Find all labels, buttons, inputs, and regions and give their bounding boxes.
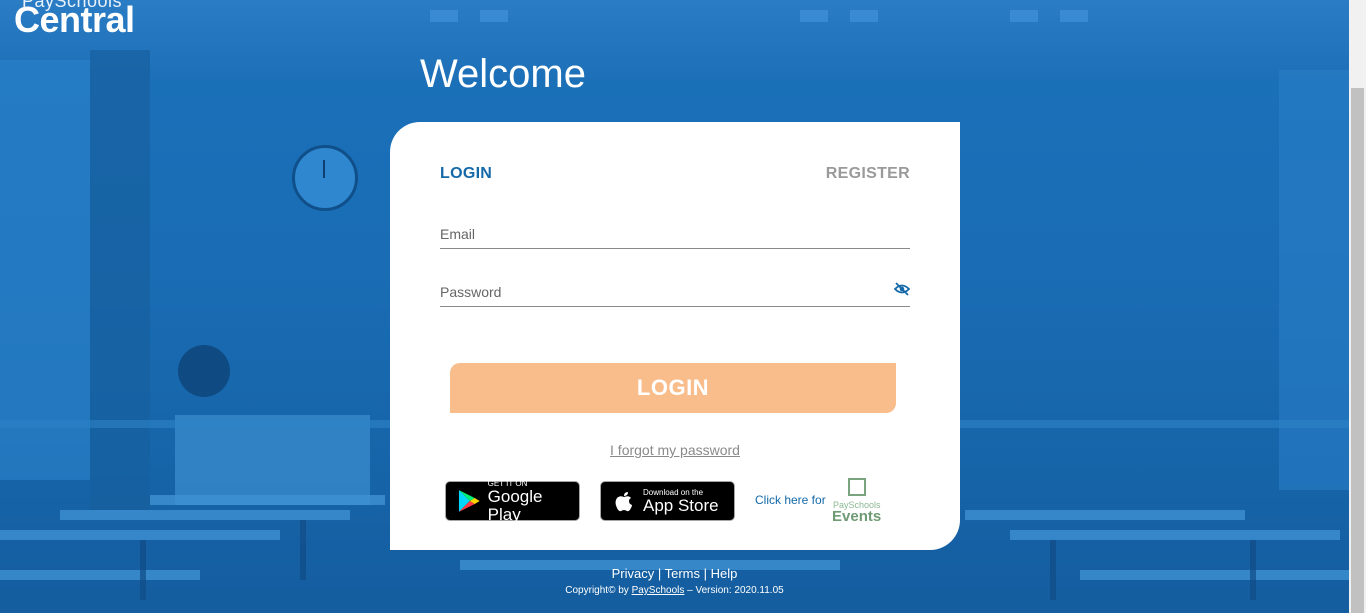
globe-image: [178, 345, 230, 397]
logo-big-text: Central: [14, 0, 135, 40]
login-button[interactable]: LOGIN: [450, 363, 896, 413]
apple-icon: [615, 492, 632, 512]
google-play-icon: [458, 490, 480, 512]
footer-separator: |: [657, 566, 662, 581]
password-field[interactable]: Password: [440, 278, 910, 307]
email-placeholder: Email: [440, 226, 476, 242]
toggle-password-visibility-icon[interactable]: [894, 282, 910, 296]
copyright-text: Copyright© by PaySchools – Version: 2020…: [0, 585, 1349, 596]
payschools-link[interactable]: PaySchools: [632, 585, 685, 596]
email-field[interactable]: Email: [440, 220, 910, 249]
footer-separator: |: [703, 566, 708, 581]
copyright-prefix: Copyright© by: [565, 585, 632, 596]
help-link[interactable]: Help: [711, 566, 738, 581]
login-card: LOGIN REGISTER Email Password LOGIN I fo…: [390, 122, 960, 550]
app-store-line2: App Store: [643, 495, 719, 515]
page-scrollbar[interactable]: [1349, 0, 1366, 613]
tab-register[interactable]: REGISTER: [826, 165, 910, 183]
password-placeholder: Password: [440, 284, 502, 300]
google-play-line2: Google Play: [487, 486, 543, 524]
google-play-badge[interactable]: GET IT ON Google Play: [445, 479, 580, 524]
page-title: Welcome: [420, 52, 586, 96]
forgot-password-link[interactable]: I forgot my password: [390, 442, 960, 458]
tab-login[interactable]: LOGIN: [440, 165, 492, 183]
events-prompt-link[interactable]: Click here for: [755, 493, 826, 507]
wall-clock-image: [292, 145, 358, 211]
events-logo-icon: [848, 478, 866, 496]
footer-links: Privacy | Terms | Help: [0, 566, 1349, 581]
app-store-badge[interactable]: Download on the App Store: [600, 481, 735, 521]
privacy-link[interactable]: Privacy: [612, 566, 655, 581]
events-logo-big: Events: [832, 508, 882, 525]
scrollbar-thumb[interactable]: [1351, 88, 1364, 613]
payschools-events-logo[interactable]: PaySchools Events: [830, 478, 890, 526]
copyright-suffix: – Version: 2020.11.05: [684, 585, 784, 596]
terms-link[interactable]: Terms: [665, 566, 700, 581]
